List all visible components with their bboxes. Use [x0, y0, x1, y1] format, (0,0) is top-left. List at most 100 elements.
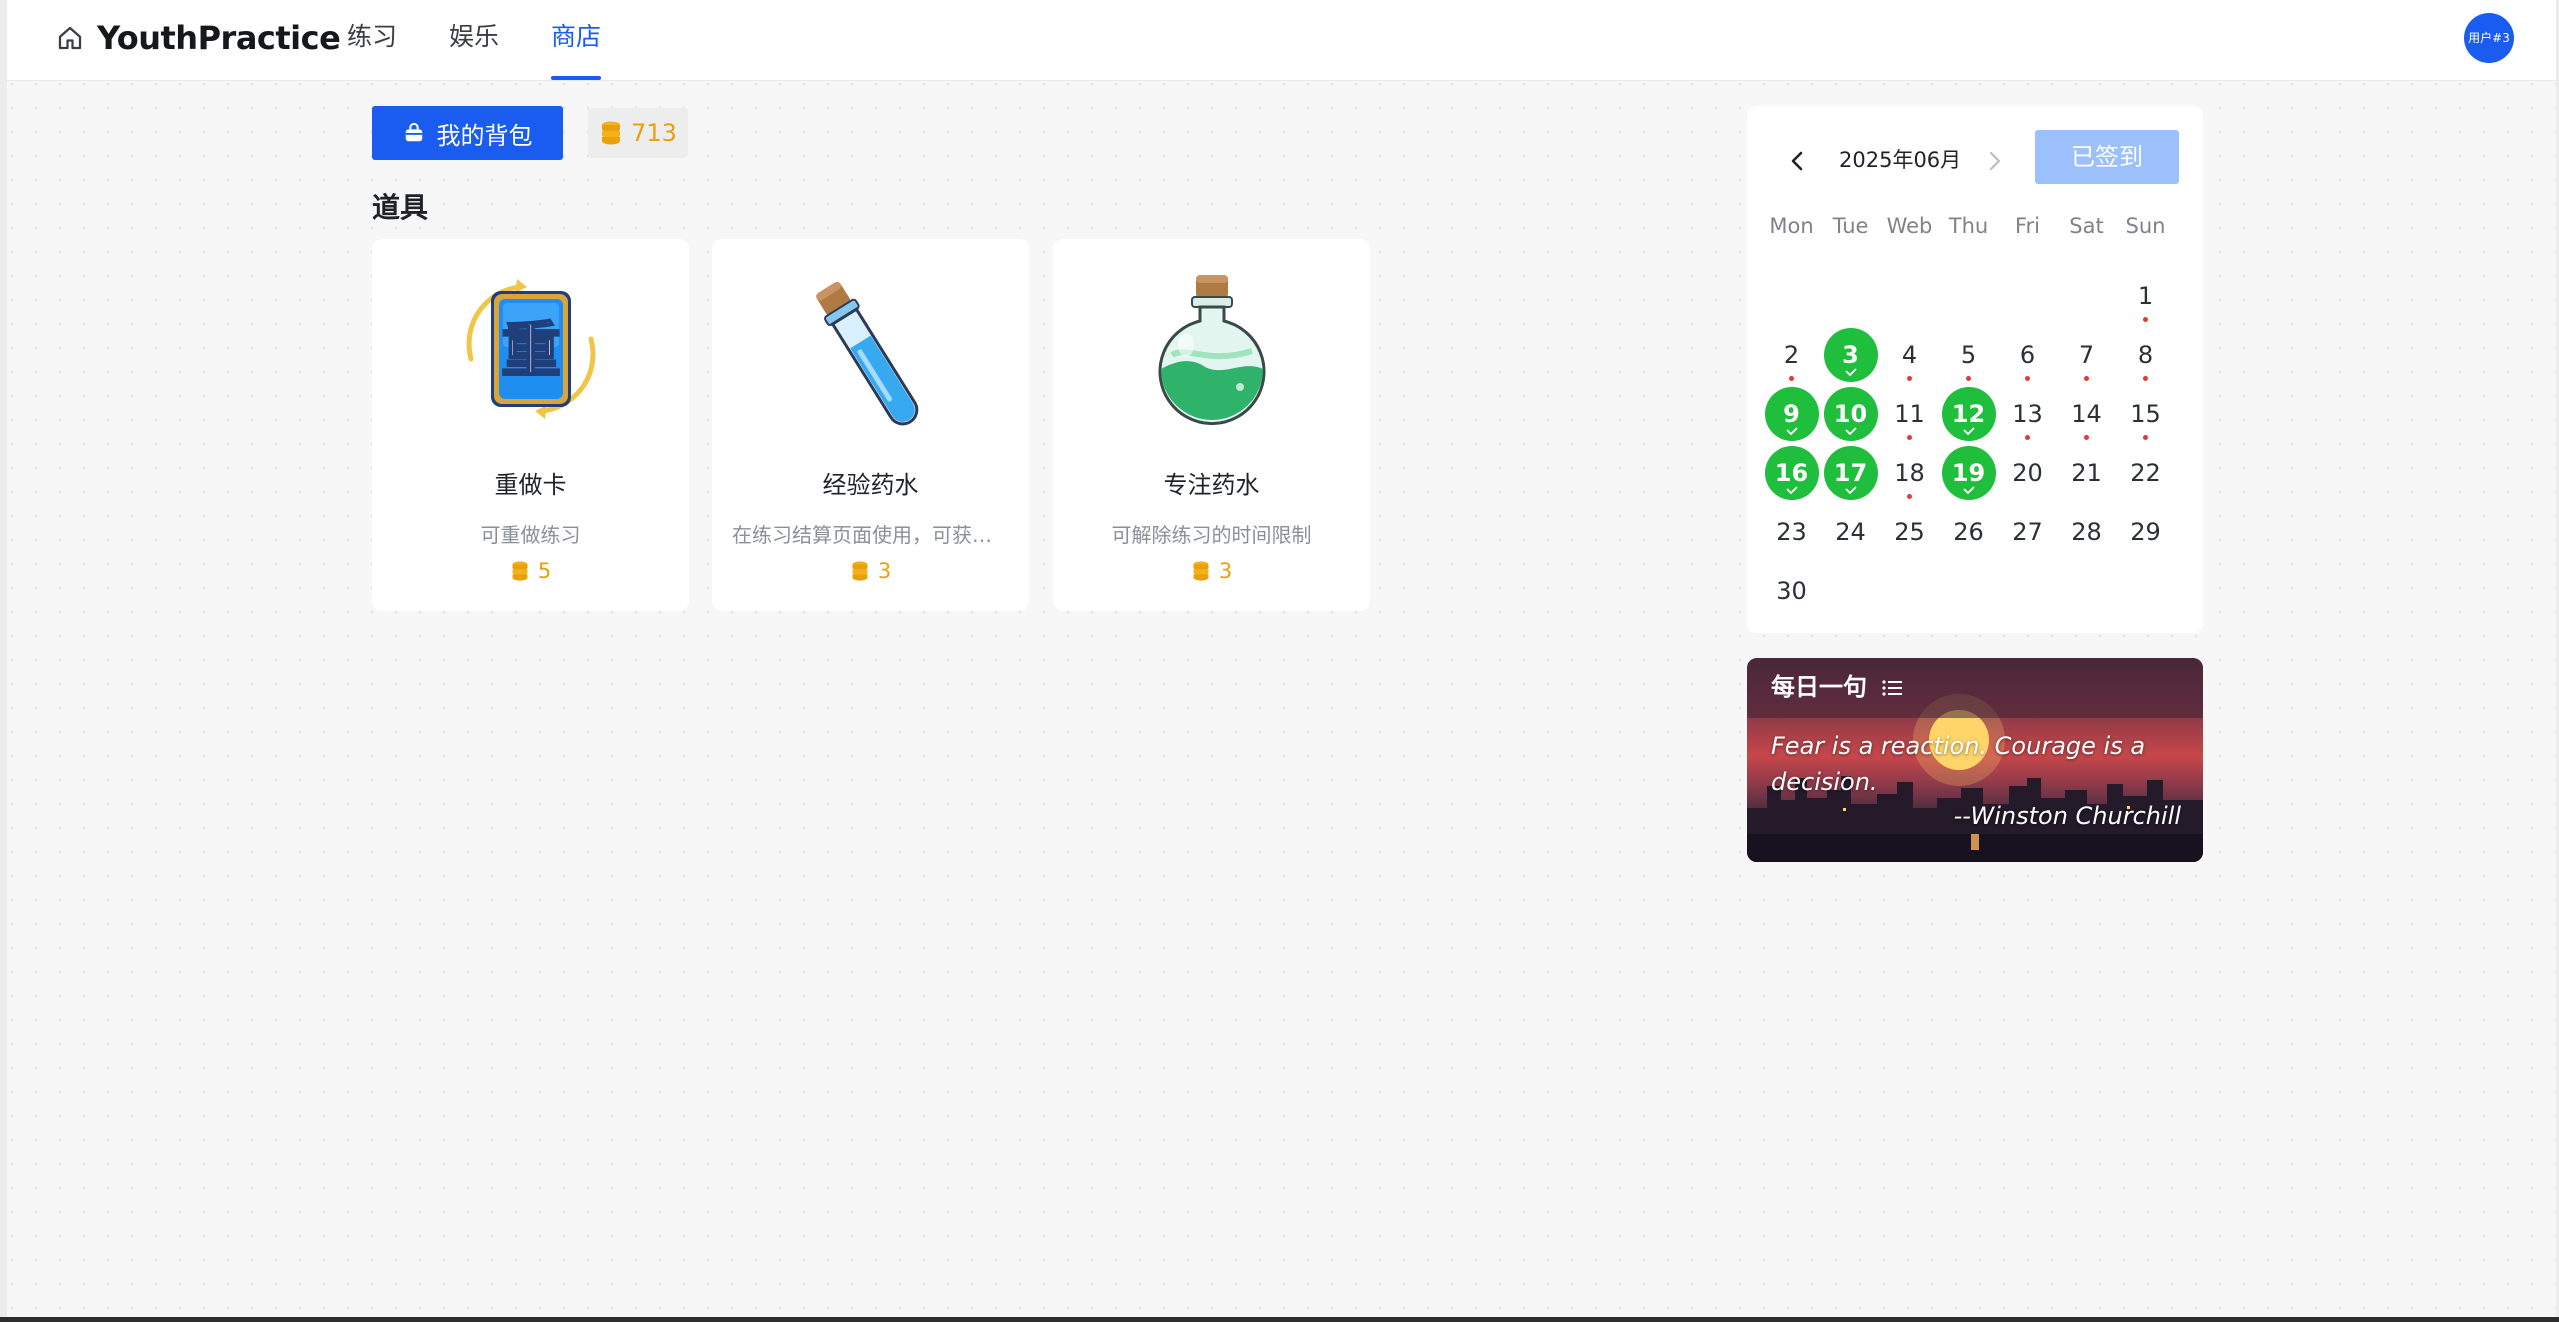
- calendar-day[interactable]: 15: [2116, 384, 2175, 443]
- calendar-day-marker: [2143, 434, 2148, 440]
- calendar-day-number: 21: [2071, 458, 2102, 487]
- calendar-day-circle: 26: [1942, 505, 1996, 559]
- window-frame-left: [0, 0, 7, 1322]
- item-price: 3: [1053, 559, 1370, 583]
- brand-title[interactable]: YouthPractice: [97, 16, 341, 60]
- calendar-day[interactable]: 23: [1762, 502, 1821, 561]
- calendar-day[interactable]: 22: [2116, 443, 2175, 502]
- calendar-day-number: 29: [2130, 517, 2161, 546]
- calendar-day-circle: 28: [2060, 505, 2114, 559]
- calendar-day-circle: 23: [1765, 505, 1819, 559]
- exp-potion-icon: [815, 281, 918, 426]
- calendar-day[interactable]: 11: [1880, 384, 1939, 443]
- calendar-day-circle: 7: [2060, 328, 2114, 382]
- main-nav: 练习 娱乐 商店: [347, 0, 653, 81]
- nav-practice[interactable]: 练习: [347, 0, 397, 81]
- item-card-exp-potion[interactable]: 经验药水 在练习结算页面使用，可获得双倍经验 3: [712, 239, 1029, 611]
- calendar-day-number: 11: [1894, 399, 1925, 428]
- calendar-day-circle: 27: [2001, 505, 2055, 559]
- calendar-day[interactable]: 3: [1821, 325, 1880, 384]
- calendar-day-circle: 29: [2119, 505, 2173, 559]
- calendar-day-circle: 12: [1941, 386, 1996, 441]
- calendar-day[interactable]: 4: [1880, 325, 1939, 384]
- calendar-day-number: 7: [2078, 340, 2095, 369]
- calendar-day-circle: 3: [1823, 327, 1878, 382]
- focus-potion-icon: [1158, 275, 1265, 426]
- window-frame-bottom: [0, 1317, 2559, 1322]
- daily-quote-card: 每日一句 Fear is a reaction. Courage is a de…: [1747, 658, 2203, 862]
- item-card-focus-potion[interactable]: 专注药水 可解除练习的时间限制 3: [1053, 239, 1370, 611]
- calendar-day[interactable]: 25: [1880, 502, 1939, 561]
- item-price: 3: [712, 559, 1029, 583]
- calendar-day-number: 17: [1833, 458, 1868, 487]
- weekday-label: Sun: [2125, 214, 2166, 238]
- calendar-day[interactable]: 7: [2057, 325, 2116, 384]
- item-name: 重做卡: [494, 471, 567, 499]
- calendar-day[interactable]: 20: [1998, 443, 2057, 502]
- coins-icon: [852, 561, 868, 581]
- backpack-label: 我的背包: [436, 121, 533, 150]
- home-icon[interactable]: [55, 23, 85, 53]
- coins-icon: [512, 561, 528, 581]
- calendar-day-number: 12: [1951, 399, 1986, 428]
- calendar-day-marker: [2025, 434, 2030, 440]
- redo-card-icon: 重: [466, 279, 595, 419]
- item-card-redo[interactable]: 重 重做卡 可重做练习 5: [372, 239, 689, 611]
- calendar-day-marker: [1966, 375, 1971, 381]
- calendar-day[interactable]: 28: [2057, 502, 2116, 561]
- item-description: 可解除练习的时间限制: [1111, 523, 1312, 547]
- calendar-day[interactable]: 30: [1762, 561, 1821, 620]
- check-icon: [1962, 485, 1975, 494]
- calendar-day[interactable]: 21: [2057, 443, 2116, 502]
- calendar-day-circle: 9: [1764, 386, 1819, 441]
- calendar-day[interactable]: 24: [1821, 502, 1880, 561]
- item-description: 在练习结算页面使用，可获得双倍经验: [732, 523, 1009, 547]
- calendar-day[interactable]: 16: [1762, 443, 1821, 502]
- calendar-day[interactable]: 6: [1998, 325, 2057, 384]
- calendar-day[interactable]: 5: [1939, 325, 1998, 384]
- calendar-day[interactable]: 17: [1821, 443, 1880, 502]
- list-icon[interactable]: [1881, 677, 1903, 699]
- next-month-chevron-icon[interactable]: [1983, 145, 2007, 177]
- calendar-day[interactable]: 18: [1880, 443, 1939, 502]
- calendar-day-marker: [2143, 375, 2148, 381]
- signed-in-button[interactable]: 已签到: [2035, 130, 2179, 184]
- item-price: 5: [372, 559, 689, 583]
- calendar-day-circle: 24: [1824, 505, 1878, 559]
- calendar-day-circle: 25: [1883, 505, 1937, 559]
- calendar-day-marker: [1907, 434, 1912, 440]
- calendar-day-marker: [2084, 434, 2089, 440]
- calendar-day-circle: 11: [1883, 387, 1937, 441]
- calendar-day[interactable]: 14: [2057, 384, 2116, 443]
- nav-shop[interactable]: 商店: [551, 0, 602, 81]
- calendar-day[interactable]: 13: [1998, 384, 2057, 443]
- calendar-day-circle: 16: [1764, 445, 1819, 500]
- item-description: 可重做练习: [480, 523, 581, 547]
- calendar-day[interactable]: 27: [1998, 502, 2057, 561]
- items-section-title: 道具: [372, 191, 429, 224]
- top-header: YouthPractice 练习 娱乐 商店 用户#3: [7, 0, 2556, 81]
- calendar-day[interactable]: 1: [2116, 266, 2175, 325]
- quote-text: Fear is a reaction. Courage is a decisio…: [1771, 732, 2146, 796]
- calendar-day[interactable]: 19: [1939, 443, 1998, 502]
- nav-entertainment[interactable]: 娱乐: [449, 0, 499, 81]
- calendar-day-number: 6: [2019, 340, 2036, 369]
- calendar-day-number: 25: [1894, 517, 1925, 546]
- calendar-day-number: 18: [1894, 458, 1925, 487]
- calendar-day[interactable]: 8: [2116, 325, 2175, 384]
- my-backpack-button[interactable]: 我的背包: [372, 106, 563, 160]
- calendar-day[interactable]: 9: [1762, 384, 1821, 443]
- item-art: [712, 269, 1029, 429]
- calendar-day[interactable]: 12: [1939, 384, 1998, 443]
- calendar-day[interactable]: 2: [1762, 325, 1821, 384]
- calendar-day[interactable]: 10: [1821, 384, 1880, 443]
- calendar-day[interactable]: 29: [2116, 502, 2175, 561]
- calendar-day-number: 15: [2130, 399, 2161, 428]
- calendar-day-number: 10: [1833, 399, 1868, 428]
- calendar-day-number: 28: [2071, 517, 2102, 546]
- calendar-day[interactable]: 26: [1939, 502, 1998, 561]
- user-avatar[interactable]: 用户#3: [2464, 13, 2514, 63]
- calendar-day-circle: 18: [1883, 446, 1937, 500]
- calendar-day-number: 22: [2130, 458, 2161, 487]
- prev-month-chevron-icon[interactable]: [1785, 145, 1809, 177]
